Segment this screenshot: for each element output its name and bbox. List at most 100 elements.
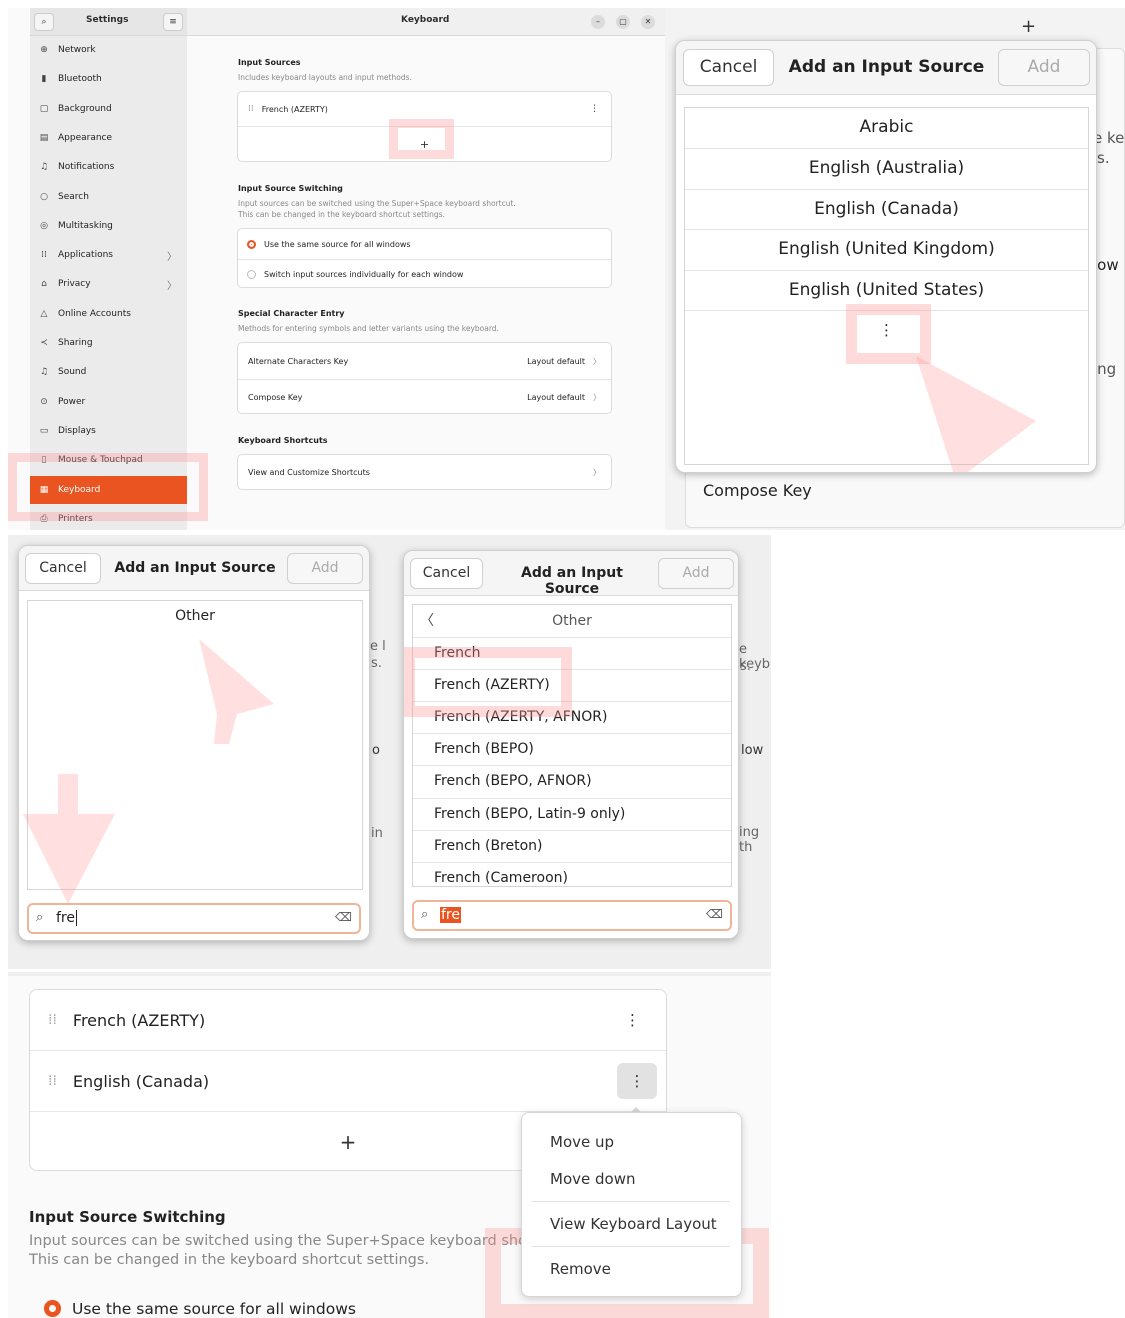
clear-search-icon[interactable]: ⌫ bbox=[706, 907, 723, 921]
input-sources-description: Includes keyboard layouts and input meth… bbox=[238, 73, 412, 82]
sidebar-item-label: Sharing bbox=[58, 338, 93, 348]
multitasking-icon: ◎ bbox=[40, 221, 48, 231]
chevron-left-icon[interactable]: 〈 bbox=[420, 605, 434, 637]
sidebar-item-notifications[interactable]: ♫ Notifications bbox=[30, 153, 187, 181]
search-input[interactable]: ⌕ fre ⌫ bbox=[27, 903, 361, 934]
move-up-item[interactable]: Move up bbox=[550, 1133, 614, 1151]
switching-card: Use the same source for all windows Swit… bbox=[237, 228, 612, 288]
more-options-icon[interactable]: ⋮ bbox=[590, 104, 599, 114]
sidebar-item-label: Multitasking bbox=[58, 221, 113, 231]
chevron-right-icon: 〉 bbox=[167, 251, 177, 263]
search-panel: e l s. o in Cancel Add an Input Source A… bbox=[8, 535, 771, 969]
sidebar-item-sharing[interactable]: ≺ Sharing bbox=[30, 329, 187, 357]
switching-heading: Input Source Switching bbox=[238, 184, 343, 193]
drag-handle-icon[interactable]: ⁞⁞ bbox=[48, 1012, 57, 1028]
menu-divider bbox=[532, 1201, 730, 1202]
view-shortcuts-row[interactable]: View and Customize Shortcuts 〉 bbox=[238, 455, 611, 489]
option-individual-row[interactable]: Switch input sources individually for ea… bbox=[238, 259, 611, 288]
back-label: Other bbox=[552, 613, 592, 629]
background-text: s. bbox=[1097, 149, 1110, 167]
language-row[interactable]: English (United Kingdom) bbox=[685, 229, 1088, 269]
page-header: Keyboard – ▢ ✕ bbox=[187, 8, 665, 36]
search-icon[interactable]: ⌕ bbox=[34, 13, 54, 31]
zoomed-panel: ⁞⁞ French (AZERTY) ⋮ ⁞⁞ English (Canada)… bbox=[8, 972, 771, 1318]
menu-icon[interactable]: ≡ bbox=[163, 13, 183, 31]
background-text: in bbox=[371, 826, 383, 841]
network-icon: ⊕ bbox=[40, 45, 48, 55]
sidebar-item-privacy[interactable]: ⌂ Privacy 〉 bbox=[30, 270, 187, 298]
result-row[interactable]: French (BEPO, AFNOR) bbox=[413, 765, 731, 797]
cancel-button[interactable]: Cancel bbox=[683, 49, 774, 86]
result-row[interactable]: French (Cameroon) bbox=[413, 861, 731, 886]
language-row[interactable]: Arabic bbox=[685, 108, 1088, 148]
more-options-button[interactable]: ⋮ bbox=[617, 1063, 657, 1099]
option-same-row[interactable]: Use the same source for all windows bbox=[238, 229, 611, 259]
background-text: e ke bbox=[1093, 129, 1125, 147]
background-text: e l bbox=[370, 639, 386, 654]
power-icon: ⊙ bbox=[40, 397, 48, 407]
input-source-label: French (AZERTY) bbox=[72, 1010, 206, 1030]
sidebar-item-applications[interactable]: ⁞⁞ Applications 〉 bbox=[30, 241, 187, 269]
cloud-icon: △ bbox=[40, 309, 48, 319]
dialog-header: Cancel Add an Input Source Add bbox=[676, 41, 1096, 95]
sidebar-item-bluetooth[interactable]: ▮ Bluetooth bbox=[30, 65, 187, 93]
sidebar-item-label: Notifications bbox=[58, 162, 115, 172]
alt-key-row[interactable]: Alternate Characters Key Layout default … bbox=[238, 343, 611, 379]
sidebar-item-multitasking[interactable]: ◎ Multitasking bbox=[30, 212, 187, 240]
add-input-source-dialog: Cancel Add an Input Source Add Arabic Eng… bbox=[675, 40, 1097, 473]
back-row[interactable]: 〈 Other bbox=[413, 605, 731, 637]
sidebar-item-online-accounts[interactable]: △ Online Accounts bbox=[30, 300, 187, 328]
input-source-row[interactable]: ⁞⁞ French (AZERTY) ⋮ bbox=[30, 990, 666, 1050]
radio-selected-icon[interactable] bbox=[247, 239, 256, 249]
sidebar-item-displays[interactable]: ▭ Displays bbox=[30, 417, 187, 445]
special-heading: Special Character Entry bbox=[238, 309, 345, 318]
display-icon: ▭ bbox=[39, 426, 49, 436]
result-row[interactable]: French (BEPO, Latin-9 only) bbox=[413, 797, 731, 830]
cancel-button[interactable]: Cancel bbox=[25, 553, 101, 584]
input-sources-heading: Input Sources bbox=[238, 58, 301, 67]
other-row[interactable]: Other bbox=[28, 601, 362, 631]
sidebar-item-network[interactable]: ⊕ Network bbox=[30, 36, 187, 64]
view-keyboard-layout-item[interactable]: View Keyboard Layout bbox=[550, 1215, 717, 1233]
add-input-source-button[interactable]: + bbox=[340, 1130, 357, 1154]
background-icon: ▢ bbox=[39, 104, 49, 114]
add-button[interactable]: Add bbox=[658, 558, 734, 589]
input-source-row[interactable]: ⁞⁞ English (Canada) ⋮ bbox=[30, 1050, 666, 1111]
more-options-icon[interactable]: ⋮ bbox=[625, 1011, 640, 1029]
special-card: Alternate Characters Key Layout default … bbox=[237, 342, 612, 414]
background-compose-label: Compose Key bbox=[703, 481, 812, 500]
search-icon: ○ bbox=[40, 192, 48, 202]
maximize-button[interactable]: ▢ bbox=[616, 15, 630, 29]
close-button[interactable]: ✕ bbox=[641, 15, 655, 29]
drag-handle-icon[interactable]: ⁞⁞ bbox=[248, 104, 254, 114]
compose-key-label: Compose Key bbox=[248, 392, 303, 402]
radio-unselected-icon[interactable] bbox=[247, 269, 256, 279]
drag-handle-icon[interactable]: ⁞⁞ bbox=[48, 1073, 57, 1089]
language-row[interactable]: English (Canada) bbox=[685, 188, 1088, 229]
sidebar-item-appearance[interactable]: ▤ Appearance bbox=[30, 124, 187, 152]
language-row[interactable]: English (Australia) bbox=[685, 148, 1088, 188]
result-row[interactable]: French (Breton) bbox=[413, 829, 731, 862]
cancel-button[interactable]: Cancel bbox=[410, 558, 483, 589]
minimize-button[interactable]: – bbox=[591, 15, 605, 29]
add-button[interactable]: Add bbox=[998, 49, 1090, 86]
context-menu: Move up Move down View Keyboard Layout R… bbox=[521, 1112, 742, 1297]
clear-search-icon[interactable]: ⌫ bbox=[335, 910, 352, 924]
add-button[interactable]: Add bbox=[287, 553, 363, 584]
view-shortcuts-label: View and Customize Shortcuts bbox=[248, 467, 370, 477]
search-input[interactable]: ⌕ fre ⌫ bbox=[412, 900, 732, 931]
move-down-item[interactable]: Move down bbox=[550, 1170, 635, 1188]
sidebar-item-sound[interactable]: ♫ Sound bbox=[30, 358, 187, 386]
alt-key-label: Alternate Characters Key bbox=[248, 356, 349, 366]
compose-key-row[interactable]: Compose Key Layout default 〉 bbox=[238, 379, 611, 414]
remove-item[interactable]: Remove bbox=[550, 1260, 611, 1278]
sidebar-item-background[interactable]: ▢ Background bbox=[30, 95, 187, 123]
sidebar-item-power[interactable]: ⊙ Power bbox=[30, 388, 187, 416]
result-row[interactable]: French (BEPO) bbox=[413, 733, 731, 765]
sidebar-item-search[interactable]: ○ Search bbox=[30, 183, 187, 211]
sidebar-item-label: Online Accounts bbox=[58, 309, 131, 319]
sidebar-item-label: Bluetooth bbox=[58, 74, 102, 84]
background-text: s. bbox=[371, 656, 382, 671]
radio-selected-icon[interactable] bbox=[44, 1300, 61, 1317]
result-label: French (BEPO) bbox=[434, 741, 534, 758]
